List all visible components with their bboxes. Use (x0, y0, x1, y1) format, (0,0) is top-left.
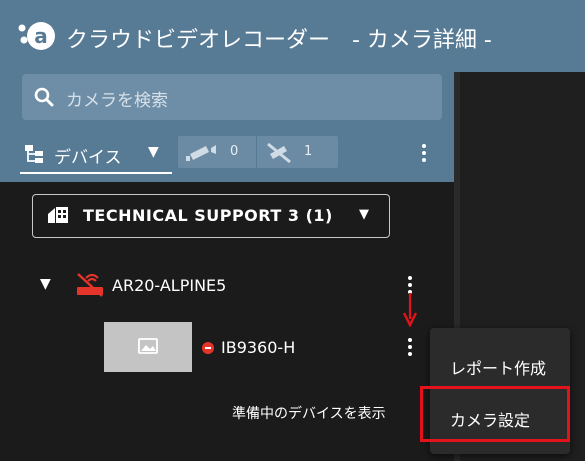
down-arrow-icon (403, 293, 417, 327)
router-label[interactable]: AR20-ALPINE5 (112, 276, 226, 295)
caret-down-icon: ▼ (148, 144, 159, 160)
camera-more-icon[interactable] (402, 338, 418, 358)
camera-status-counts: 0 1 (178, 136, 338, 168)
camera-thumbnail[interactable] (104, 322, 192, 372)
camera-context-menu: レポート作成 カメラ設定 (420, 328, 570, 454)
app-logo-icon: a (18, 22, 55, 50)
divider (256, 136, 257, 168)
device-view-dropdown[interactable]: デバイス ▼ (20, 136, 172, 174)
sidebar-more-icon[interactable] (416, 144, 432, 164)
menu-item-create-report[interactable]: レポート作成 (430, 340, 570, 388)
app-title: クラウドビデオレコーダー - カメラ詳細 - (66, 28, 492, 53)
device-filter-row: デバイス ▼ 0 1 (0, 132, 454, 176)
show-preparing-devices-link[interactable]: 準備中のデバイスを表示 (232, 403, 386, 423)
camera-error-icon (202, 342, 214, 354)
search-placeholder: カメラを検索 (66, 91, 168, 111)
svg-text:a: a (34, 24, 48, 48)
camera-online-icon[interactable] (184, 142, 224, 162)
menu-item-label: レポート作成 (450, 359, 547, 378)
device-view-label: デバイス (54, 148, 122, 168)
tenant-dropdown[interactable]: TECHNICAL SUPPORT 3 (1) ▼ (32, 194, 390, 238)
camera-label[interactable]: IB9360-H (221, 338, 295, 357)
caret-down-icon: ▼ (359, 207, 369, 222)
building-icon (48, 207, 68, 223)
online-count: 0 (230, 144, 239, 159)
router-offline-icon (77, 273, 103, 297)
camera-offline-icon[interactable] (264, 140, 298, 164)
tenant-label: TECHNICAL SUPPORT 3 (1) (83, 206, 333, 225)
camera-search-input[interactable]: カメラを検索 (22, 74, 442, 120)
image-placeholder-icon (138, 338, 158, 354)
device-tree-icon (25, 145, 43, 163)
offline-count: 1 (304, 144, 313, 159)
search-icon (34, 87, 54, 107)
app-header: a クラウドビデオレコーダー - カメラ詳細 - (0, 0, 585, 72)
expand-caret-icon[interactable]: ▼ (40, 276, 51, 292)
highlight-box (420, 386, 570, 442)
